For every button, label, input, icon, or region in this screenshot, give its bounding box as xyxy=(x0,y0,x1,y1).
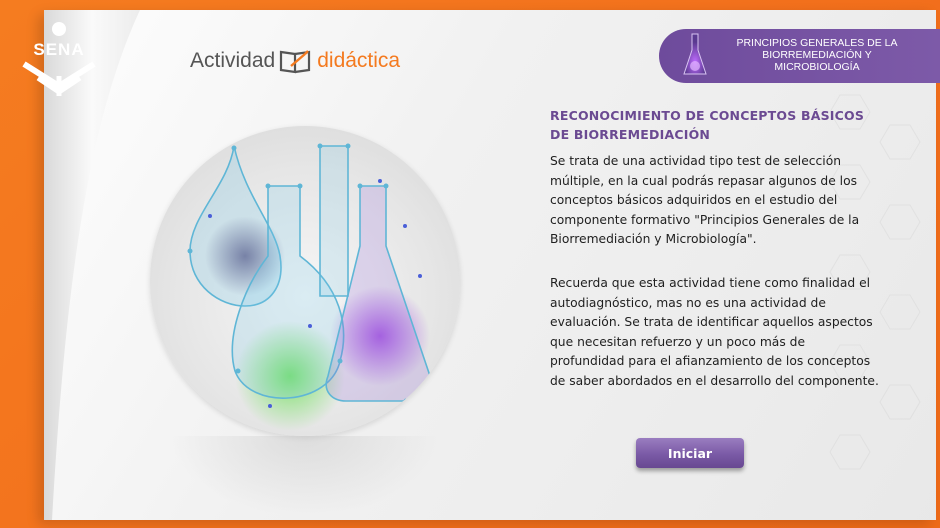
description-paragraph-2: Recuerda que esta actividad tiene como f… xyxy=(550,276,879,388)
activity-brand: Actividad didáctica xyxy=(190,46,400,76)
description-paragraph-1: Se trata de una actividad tipo test de s… xyxy=(550,154,860,246)
start-button[interactable]: Iniciar xyxy=(636,438,744,468)
flask-icon xyxy=(683,33,707,75)
brand-word-2: didáctica xyxy=(317,49,401,72)
illustration-reflection xyxy=(170,436,440,516)
glassware-icon xyxy=(187,143,432,431)
activity-screen: SENA Actividad didáctica PRINCIPIOS GENE… xyxy=(0,0,940,528)
course-title: PRINCIPIOS GENERALES DE LA BIORREMEDIACI… xyxy=(736,37,898,73)
activity-heading: RECONOCIMIENTO DE CONCEPTOS BÁSICOS DE B… xyxy=(550,108,865,142)
brand-word-1: Actividad xyxy=(190,49,276,72)
logo-text: SENA xyxy=(33,40,85,59)
book-pencil-icon xyxy=(280,50,311,74)
lab-illustration xyxy=(150,126,460,436)
